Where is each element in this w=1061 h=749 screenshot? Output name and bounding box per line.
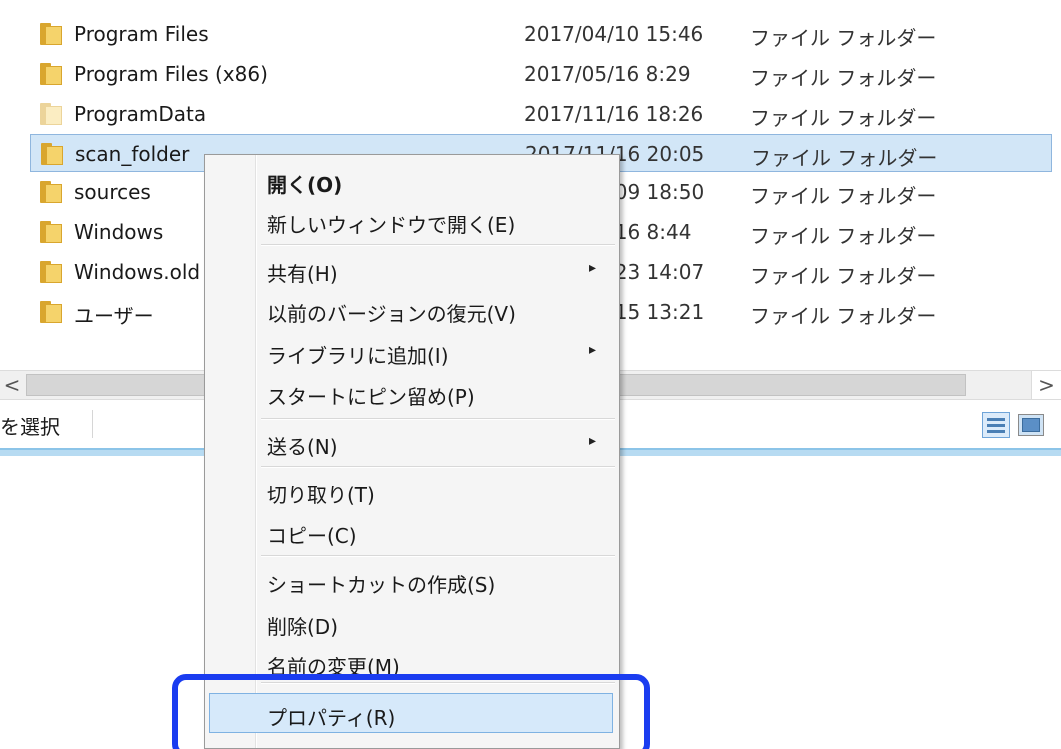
menu-item-copy[interactable]: コピー(C)	[205, 512, 619, 552]
status-text: を選択	[0, 415, 60, 439]
menu-item-label: 以前のバージョンの復元(V)	[267, 302, 516, 326]
menu-item-label: 開く(O)	[267, 173, 343, 197]
folder-icon	[40, 301, 62, 323]
file-type: ファイル フォルダー	[750, 224, 937, 248]
menu-item-label: コピー(C)	[267, 524, 357, 548]
menu-item-create-shortcut[interactable]: ショートカットの作成(S)	[205, 561, 619, 601]
folder-icon	[40, 261, 62, 283]
file-date: /23 14:07	[608, 260, 705, 284]
folder-icon	[40, 23, 62, 45]
menu-item-label: 切り取り(T)	[267, 483, 375, 507]
menu-item-label: 削除(D)	[267, 615, 339, 639]
file-date: 2017/04/10 15:46	[524, 22, 704, 46]
file-row[interactable]: ProgramData 2017/11/16 18:26 ファイル フォルダー	[30, 95, 1052, 133]
file-date: /09 18:50	[608, 180, 705, 204]
file-date: 2017/11/16 18:26	[524, 102, 704, 126]
menu-item-label: 新しいウィンドウで開く(E)	[267, 213, 516, 237]
folder-icon	[40, 103, 62, 125]
scroll-left-button[interactable]: <	[0, 371, 24, 399]
file-type: ファイル フォルダー	[750, 264, 937, 288]
menu-item-label: ライブラリに追加(I)	[267, 344, 449, 368]
details-view-icon[interactable]	[982, 412, 1010, 438]
menu-item-share[interactable]: 共有(H) ▸	[205, 250, 619, 290]
menu-item-label: 共有(H)	[267, 262, 338, 286]
menu-item-delete[interactable]: 削除(D)	[205, 603, 619, 643]
highlight-callout	[172, 674, 650, 749]
file-type: ファイル フォルダー	[750, 106, 937, 130]
folder-icon	[41, 143, 63, 165]
context-menu: 開く(O) 新しいウィンドウで開く(E) 共有(H) ▸ 以前のバージョンの復元(…	[204, 154, 620, 749]
menu-item-open[interactable]: 開く(O)	[205, 161, 619, 201]
submenu-arrow-icon: ▸	[589, 433, 597, 449]
menu-item-open-new-window[interactable]: 新しいウィンドウで開く(E)	[205, 201, 619, 241]
menu-item-label: 送る(N)	[267, 435, 338, 459]
folder-icon	[40, 181, 62, 203]
menu-item-add-to-library[interactable]: ライブラリに追加(I) ▸	[205, 332, 619, 372]
file-name: scan_folder	[75, 142, 190, 166]
menu-item-label: ショートカットの作成(S)	[267, 573, 496, 597]
folder-icon	[40, 63, 62, 85]
menu-item-pin-to-start[interactable]: スタートにピン留め(P)	[205, 373, 619, 413]
file-date: /16 8:44	[608, 220, 692, 244]
file-row[interactable]: Program Files (x86) 2017/05/16 8:29 ファイル…	[30, 55, 1052, 93]
file-date: /15 13:21	[608, 300, 705, 324]
menu-separator	[261, 244, 615, 246]
file-name: Program Files (x86)	[74, 62, 268, 86]
file-name: Windows.old	[74, 260, 201, 284]
file-row[interactable]: Program Files 2017/04/10 15:46 ファイル フォルダ…	[30, 15, 1052, 53]
file-type: ファイル フォルダー	[750, 304, 937, 328]
file-name: ユーザー	[74, 304, 154, 328]
large-icons-view-icon[interactable]	[1018, 414, 1044, 436]
folder-icon	[40, 221, 62, 243]
menu-item-cut[interactable]: 切り取り(T)	[205, 471, 619, 511]
file-name: sources	[74, 180, 151, 204]
menu-item-send-to[interactable]: 送る(N) ▸	[205, 423, 619, 463]
file-type: ファイル フォルダー	[751, 146, 938, 170]
file-date: 2017/05/16 8:29	[524, 62, 691, 86]
menu-separator	[261, 418, 615, 420]
menu-item-label: スタートにピン留め(P)	[267, 385, 475, 409]
menu-separator	[261, 555, 615, 557]
file-type: ファイル フォルダー	[750, 184, 937, 208]
submenu-arrow-icon: ▸	[589, 260, 597, 276]
file-type: ファイル フォルダー	[750, 26, 937, 50]
file-name: ProgramData	[74, 102, 207, 126]
file-type: ファイル フォルダー	[750, 66, 937, 90]
file-name: Program Files	[74, 22, 209, 46]
scroll-right-button[interactable]: >	[1031, 371, 1061, 399]
submenu-arrow-icon: ▸	[589, 342, 597, 358]
menu-item-restore-versions[interactable]: 以前のバージョンの復元(V)	[205, 290, 619, 330]
menu-separator	[261, 466, 615, 468]
status-divider	[92, 410, 93, 438]
file-name: Windows	[74, 220, 164, 244]
